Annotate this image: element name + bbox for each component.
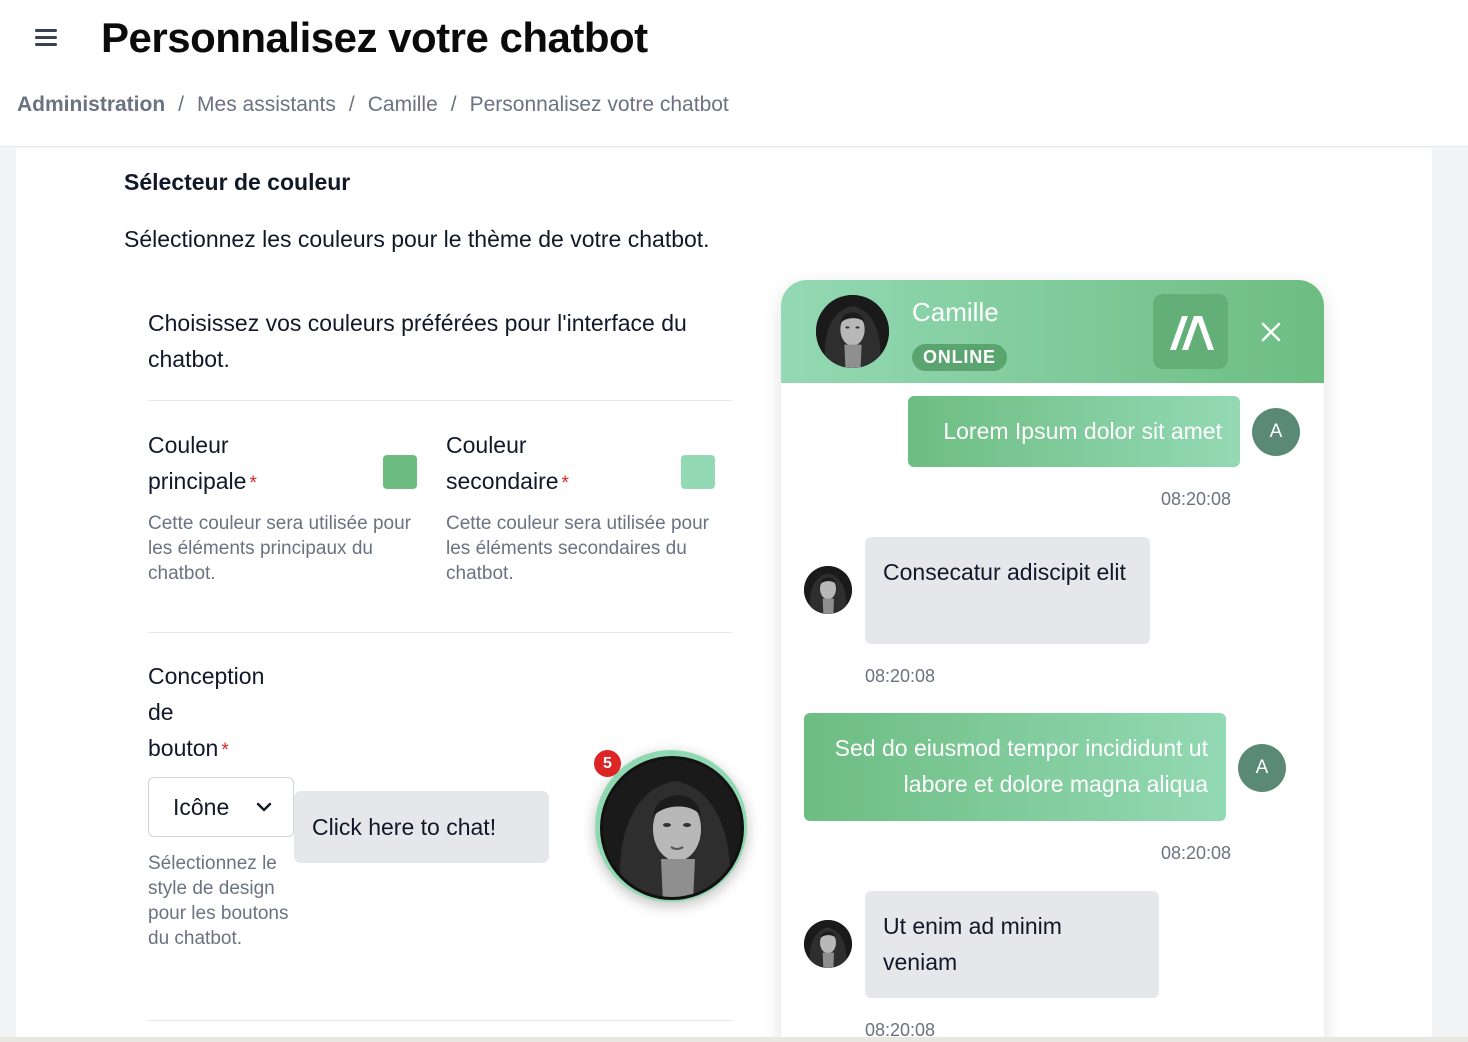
assistant-name: Camille bbox=[912, 297, 999, 327]
primary-color-help: Cette couleur sera utilisée pour les élé… bbox=[148, 513, 411, 584]
brand-logo-icon bbox=[1153, 294, 1228, 369]
button-design-label: Conception de bouton * bbox=[148, 663, 265, 761]
required-marker: * bbox=[221, 740, 229, 761]
user-avatar: A bbox=[1238, 744, 1286, 792]
user-avatar: A bbox=[1252, 408, 1300, 456]
user-message: Sed do eiusmod tempor incididunt ut labo… bbox=[804, 713, 1226, 821]
message-timestamp: 08:20:08 bbox=[1161, 843, 1232, 863]
chat-widget-preview: Camille ONLINE Lorem Ipsum dolor sit ame… bbox=[781, 280, 1324, 1042]
breadcrumb-current: Personnalisez votre chatbot bbox=[469, 93, 729, 116]
required-marker: * bbox=[249, 473, 257, 494]
status-badge: ONLINE bbox=[912, 344, 1007, 371]
secondary-color-swatch[interactable] bbox=[681, 455, 715, 489]
required-marker: * bbox=[561, 473, 569, 494]
chevron-down-icon bbox=[256, 802, 272, 812]
button-design-select[interactable]: Icône bbox=[148, 777, 294, 837]
page-title: Personnalisez votre chatbot bbox=[101, 14, 648, 61]
secondary-color-label: Couleur secondaire * bbox=[446, 432, 569, 494]
chat-preview-pill[interactable]: Click here to chat! bbox=[294, 791, 549, 863]
message-timestamp: 08:20:08 bbox=[1161, 489, 1232, 509]
primary-color-swatch[interactable] bbox=[383, 455, 417, 489]
breadcrumb-mes-assistants[interactable]: Mes assistants bbox=[197, 93, 336, 117]
button-design-help: Sélectionnez le style de design pour les… bbox=[148, 853, 289, 949]
breadcrumb-administration[interactable]: Administration bbox=[17, 93, 165, 117]
close-icon[interactable] bbox=[1259, 320, 1283, 344]
assistant-avatar bbox=[816, 295, 889, 368]
section-description: Sélectionnez les couleurs pour le thème … bbox=[124, 226, 710, 252]
select-value: Icône bbox=[173, 793, 230, 820]
unread-badge: 5 bbox=[594, 750, 621, 777]
section-title: Sélecteur de couleur bbox=[124, 169, 351, 195]
divider bbox=[148, 632, 732, 633]
bot-message: Ut enim ad minim veniam bbox=[865, 891, 1159, 998]
chat-launcher-button[interactable] bbox=[595, 750, 747, 902]
page-bottom-edge bbox=[0, 1037, 1468, 1042]
primary-color-label: Couleur principale * bbox=[148, 432, 257, 494]
assistant-avatar bbox=[804, 920, 852, 968]
breadcrumb: Administration / Mes assistants / Camill… bbox=[17, 93, 729, 117]
launcher-avatar bbox=[600, 756, 744, 900]
message-timestamp: 08:20:08 bbox=[865, 666, 936, 686]
breadcrumb-camille[interactable]: Camille bbox=[368, 93, 438, 117]
secondary-color-help: Cette couleur sera utilisée pour les élé… bbox=[446, 513, 709, 584]
top-bar: Personnalisez votre chatbot Administrati… bbox=[0, 0, 1468, 147]
menu-icon[interactable] bbox=[35, 29, 57, 47]
intro-text: Choisissez vos couleurs préférées pour l… bbox=[148, 310, 687, 372]
assistant-avatar bbox=[804, 566, 852, 614]
divider bbox=[148, 400, 732, 401]
divider bbox=[148, 1020, 732, 1021]
chat-header: Camille ONLINE bbox=[781, 280, 1324, 383]
user-message: Lorem Ipsum dolor sit amet bbox=[908, 396, 1240, 467]
bot-message: Consecatur adiscipit elit bbox=[865, 537, 1150, 644]
